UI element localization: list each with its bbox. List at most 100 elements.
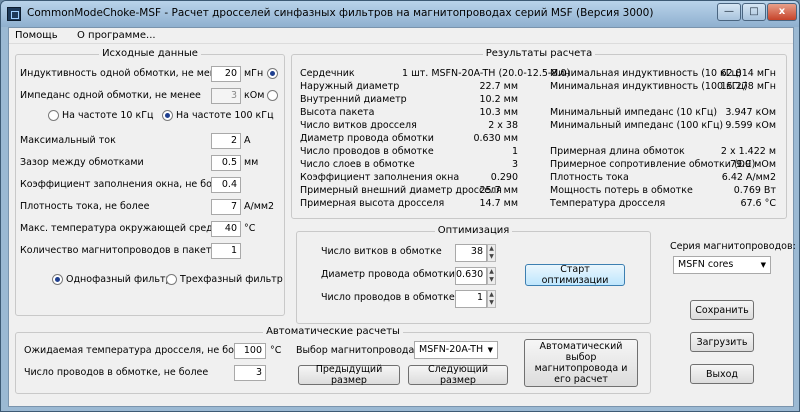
inductance-label: Индуктивность одной обмотки, не менее: [20, 68, 228, 79]
maximize-button[interactable]: □: [742, 3, 766, 21]
exit-button[interactable]: Выход: [690, 364, 754, 384]
core-select[interactable]: MSFN-20A-TH ▼: [414, 341, 498, 359]
ambient-label: Макс. температура окружающей среды: [20, 223, 221, 234]
gap-label: Зазор между обмотками: [20, 157, 144, 168]
impedance-radio[interactable]: [267, 90, 278, 101]
inductance-input[interactable]: 20: [211, 66, 241, 82]
menu-bar: Помощь О программе...: [9, 28, 793, 44]
result-label: Число слоев в обмотке: [300, 159, 415, 170]
freq-100-radio[interactable]: [162, 110, 173, 121]
auto-temp-input[interactable]: 100: [234, 343, 266, 359]
input-group: Исходные данные Индуктивность одной обмо…: [15, 48, 285, 316]
spin-down-icon[interactable]: ▼: [488, 253, 495, 261]
opt-wires-label: Число проводов в обмотке: [321, 292, 455, 303]
results-group: Результаты расчета Сердечник 1 шт. MSFN-2…: [291, 48, 787, 219]
density-label: Плотность тока, не более: [20, 201, 150, 212]
result-value: 62.814 мГн: [720, 68, 776, 79]
ambient-unit: °C: [244, 223, 256, 234]
result-value: 67.6 °C: [740, 198, 776, 209]
three-phase-radio[interactable]: [166, 274, 177, 285]
opt-wires-input[interactable]: 1: [455, 290, 487, 308]
optimization-group-title: Оптимизация: [434, 225, 513, 236]
load-button[interactable]: Загрузить: [690, 332, 754, 352]
menu-about[interactable]: О программе...: [77, 30, 156, 41]
result-value: 10.3 мм: [479, 107, 518, 118]
save-button[interactable]: Сохранить: [690, 300, 754, 320]
app-icon: [7, 7, 21, 21]
gap-input[interactable]: 0.5: [211, 155, 241, 171]
spin-down-icon[interactable]: ▼: [488, 299, 495, 307]
opt-wires-spinner[interactable]: ▲ ▼: [487, 290, 496, 308]
result-value: 22.7 мм: [479, 81, 518, 92]
next-size-button[interactable]: Следующий размер: [408, 364, 508, 386]
result-label: Высота пакета: [300, 107, 375, 118]
result-value: 2 x 1.422 м: [720, 146, 776, 157]
result-value: 3: [511, 159, 518, 170]
impedance-unit: кОм: [244, 90, 265, 101]
input-group-title: Исходные данные: [99, 48, 201, 59]
spin-down-icon[interactable]: ▼: [488, 276, 495, 284]
spin-up-icon[interactable]: ▲: [488, 268, 495, 276]
single-phase-label: Однофазный фильтр: [66, 274, 172, 285]
series-select-value: MSFN cores: [678, 259, 734, 270]
auto-wires-label: Число проводов в обмотке, не более: [24, 367, 209, 378]
app-window: CommonModeChoke-MSF - Расчет дросселей с…: [0, 0, 800, 412]
result-value: 0.290: [490, 172, 518, 183]
result-label: Примерная длина обмоток: [550, 146, 685, 157]
cores-input[interactable]: 1: [211, 243, 241, 259]
dropdown-arrow-icon: ▼: [487, 346, 493, 354]
spin-up-icon[interactable]: ▲: [488, 291, 495, 299]
result-label: Мощность потерь в обмотке: [550, 185, 693, 196]
result-value: 6.42 А/мм2: [721, 172, 776, 183]
cores-label: Количество магнитопроводов в пакете: [20, 245, 218, 256]
window-title: CommonModeChoke-MSF - Расчет дросселей с…: [27, 7, 654, 19]
inductance-unit: мГн: [244, 68, 264, 79]
inductance-radio[interactable]: [267, 68, 278, 79]
opt-wire-spinner[interactable]: ▲ ▼: [487, 267, 496, 285]
result-value: 3.947 кОм: [725, 107, 776, 118]
result-label: Сердечник: [300, 68, 355, 79]
results-group-title: Результаты расчета: [482, 48, 596, 59]
ambient-input[interactable]: 40: [211, 221, 241, 237]
opt-turns-spinner[interactable]: ▲ ▼: [487, 244, 496, 262]
freq-10-radio[interactable]: [48, 110, 59, 121]
core-select-value: MSFN-20A-TH: [419, 344, 484, 355]
dropdown-arrow-icon: ▼: [760, 261, 766, 269]
auto-wires-input[interactable]: 3: [234, 365, 266, 381]
density-unit: А/мм2: [244, 201, 275, 212]
impedance-input[interactable]: 3: [211, 88, 241, 104]
result-value: 0.630 мм: [473, 133, 518, 144]
opt-turns-input[interactable]: 38: [455, 244, 487, 262]
series-select[interactable]: MSFN cores ▼: [673, 256, 771, 274]
single-phase-radio[interactable]: [52, 274, 63, 285]
fill-input[interactable]: 0.4: [211, 177, 241, 193]
close-button[interactable]: x: [767, 3, 797, 21]
start-optimization-button[interactable]: Старт оптимизации: [525, 264, 625, 286]
result-value: 0.769 Вт: [733, 185, 776, 196]
result-value: 9.599 кОм: [725, 120, 776, 131]
fill-label: Коэффициент заполнения окна, не более: [20, 179, 230, 190]
three-phase-label: Трехфазный фильтр: [180, 274, 283, 285]
max-current-input[interactable]: 2: [211, 133, 241, 149]
prev-size-button[interactable]: Предыдущий размер: [298, 364, 400, 386]
result-label: Плотность тока: [550, 172, 629, 183]
freq-10-label: На частоте 10 кГц: [62, 110, 154, 121]
gap-unit: мм: [244, 157, 259, 168]
menu-help[interactable]: Помощь: [15, 30, 58, 41]
spin-up-icon[interactable]: ▲: [488, 245, 495, 253]
auto-group-title: Автоматические расчеты: [263, 326, 403, 337]
result-label: Наружный диаметр: [300, 81, 400, 92]
core-select-label: Выбор магнитопровода:: [296, 345, 418, 356]
opt-wire-label: Диаметр провода обмотки, мм: [321, 269, 476, 280]
max-current-label: Максимальный ток: [20, 135, 116, 146]
opt-wire-input[interactable]: 0.630: [455, 267, 487, 285]
auto-temp-label: Ожидаемая температура дросселя, не более: [24, 345, 252, 356]
title-bar[interactable]: CommonModeChoke-MSF - Расчет дросселей с…: [1, 1, 799, 27]
density-input[interactable]: 7: [211, 199, 241, 215]
result-label: Температура дросселя: [550, 198, 666, 209]
auto-temp-unit: °C: [270, 345, 282, 356]
auto-select-button[interactable]: Автоматический выбор магнитопровода и ег…: [524, 339, 638, 387]
result-label: Внутренний диаметр: [300, 94, 407, 105]
minimize-button[interactable]: —: [717, 3, 741, 21]
result-value: 15.278 мГн: [720, 81, 776, 92]
